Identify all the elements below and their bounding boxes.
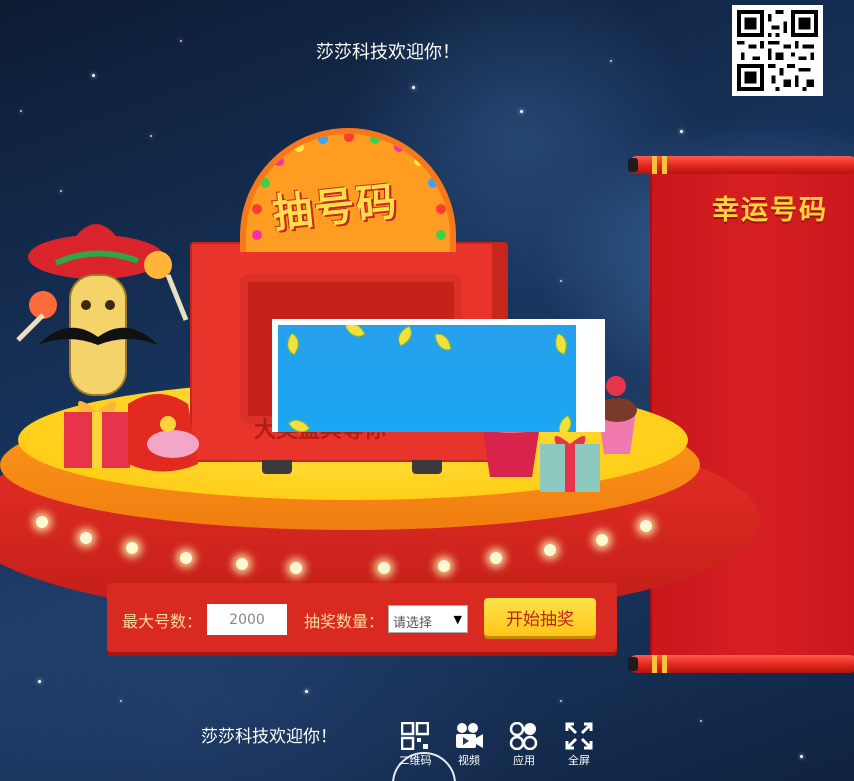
tool-label: 全屏	[568, 754, 590, 767]
start-draw-button[interactable]: 开始抽奖	[484, 598, 596, 636]
draw-count-selected: 请选择	[393, 616, 433, 631]
tool-apps-button[interactable]: 应用	[504, 722, 544, 768]
scroll-rod-top	[628, 156, 854, 174]
welcome-text-bottom: 莎莎科技欢迎你！	[201, 727, 337, 747]
draw-count-label: 抽奖数量：	[304, 612, 385, 631]
draw-count-select[interactable]: 请选择 ▼	[388, 605, 468, 633]
qr-icon	[401, 722, 429, 750]
tool-label: 二维码	[398, 754, 432, 767]
apps-icon	[509, 722, 538, 750]
lucky-number-title: 幸运号码	[712, 195, 828, 226]
fullscreen-icon	[565, 722, 593, 750]
lottery-image-overlay	[272, 319, 605, 432]
red-bag-icon	[128, 394, 199, 472]
sky-banner-image	[278, 325, 576, 432]
video-icon	[456, 723, 483, 748]
qr-code-image	[732, 5, 823, 96]
tool-video-button[interactable]: 视频	[449, 722, 489, 768]
tool-qr-button[interactable]: 二维码	[395, 722, 435, 768]
teal-gift-icon	[540, 436, 600, 492]
tool-label: 视频	[458, 754, 480, 767]
welcome-text-top: 莎莎科技欢迎你！	[316, 42, 460, 63]
max-number-input[interactable]	[207, 604, 287, 635]
tool-label: 应用	[513, 754, 535, 767]
scroll-rod-bottom	[628, 655, 854, 673]
max-number-label: 最大号数：	[122, 612, 203, 631]
tool-fullscreen-button[interactable]: 全屏	[559, 722, 599, 768]
dropdown-caret-icon: ▼	[453, 613, 462, 626]
lucky-number-scroll	[650, 172, 854, 658]
